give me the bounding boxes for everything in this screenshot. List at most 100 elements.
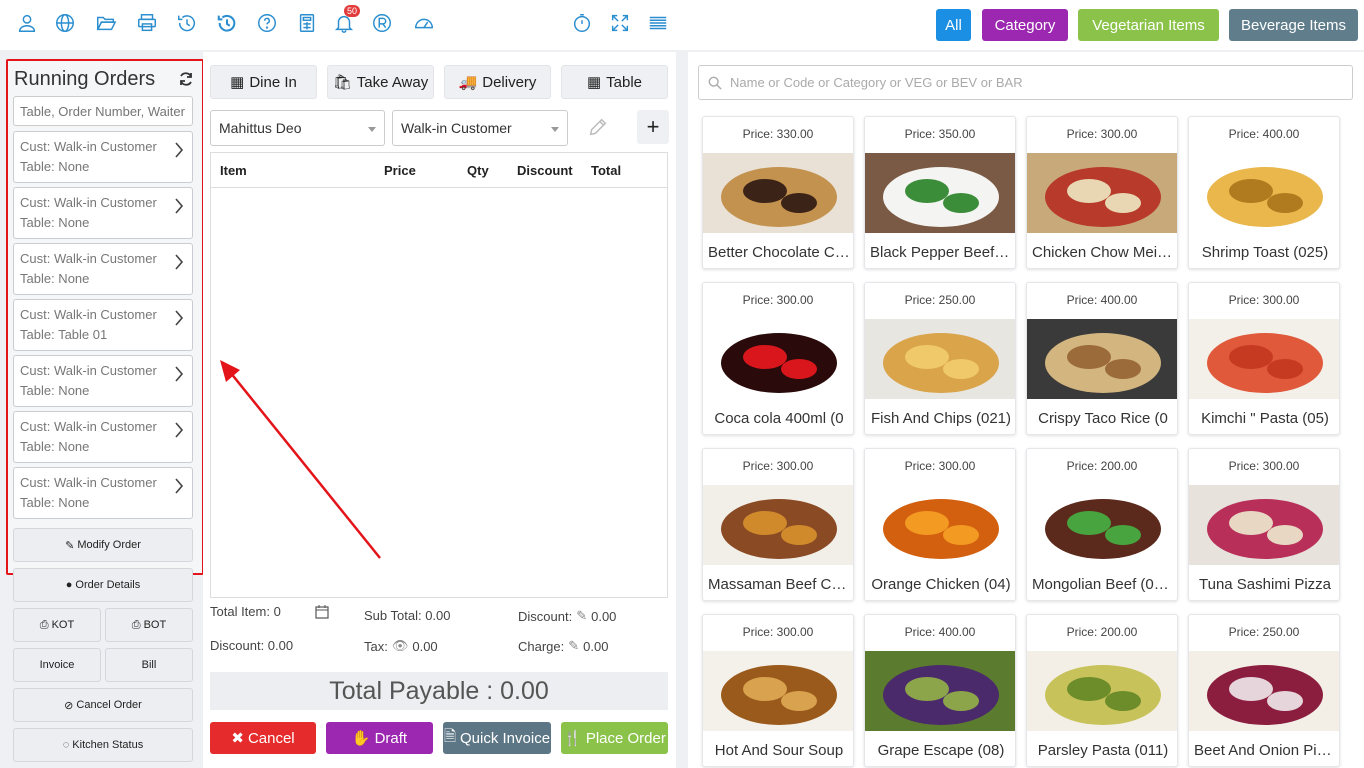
kitchen-status-button[interactable]: ◌ Kitchen Status: [13, 728, 193, 762]
menu-item-card[interactable]: Price: 250.00 Beet And Onion Pickle: [1188, 614, 1340, 767]
modify-order-button[interactable]: ✎ Modify Order: [13, 528, 193, 562]
menu-item-card[interactable]: Price: 300.00 Orange Chicken (04): [864, 448, 1016, 601]
fullscreen-icon[interactable]: [607, 10, 633, 36]
tab-dine-in[interactable]: ▦ Dine In: [210, 65, 317, 99]
globe-icon[interactable]: [52, 10, 78, 36]
menu-item-image: [865, 485, 1015, 565]
bell-icon[interactable]: 50: [331, 5, 361, 36]
calendar-icon[interactable]: [314, 604, 330, 620]
menu-item-card[interactable]: Price: 250.00 Fish And Chips (021): [864, 282, 1016, 435]
running-order-card[interactable]: Cust: Walk-in Customer Table: Table 01: [13, 299, 193, 351]
chevron-down-icon: [551, 127, 559, 132]
user-icon[interactable]: [14, 10, 40, 36]
running-order-card[interactable]: Cust: Walk-in Customer Table: None: [13, 355, 193, 407]
tab-table[interactable]: ▦ Table: [561, 65, 668, 99]
filter-all-button[interactable]: All: [936, 9, 971, 41]
draft-button[interactable]: ✋ Draft: [326, 722, 433, 754]
waiter-select[interactable]: Mahittus Deo: [210, 110, 385, 146]
menu-item-card[interactable]: Price: 200.00 Mongolian Beef (013): [1026, 448, 1178, 601]
menu-item-image: [1027, 319, 1177, 399]
cancel-button[interactable]: ✖ Cancel: [210, 722, 316, 754]
order-table: Table: None: [20, 495, 90, 510]
menu-item-image: [703, 319, 853, 399]
quick-invoice-button[interactable]: 🗎 Quick Invoice: [443, 722, 551, 754]
help-icon[interactable]: [254, 10, 280, 36]
menu-item-card[interactable]: Price: 350.00 Black Pepper Beef (01): [864, 116, 1016, 269]
dashboard-icon[interactable]: [411, 10, 437, 36]
stopwatch-icon[interactable]: [569, 10, 595, 36]
menu-item-price: Price: 300.00: [904, 459, 976, 473]
history-reverse-icon[interactable]: [214, 10, 240, 36]
menu-item-card[interactable]: Price: 200.00 Parsley Pasta (011): [1026, 614, 1178, 767]
menu-item-card[interactable]: Price: 400.00 Crispy Taco Rice (0: [1026, 282, 1178, 435]
cancel-order-button[interactable]: ⊘ Cancel Order: [13, 688, 193, 722]
edit-icon[interactable]: ✎: [568, 638, 579, 654]
running-orders-search-input[interactable]: [13, 96, 193, 126]
history-icon[interactable]: [174, 10, 200, 36]
eye-icon[interactable]: 👁: [392, 638, 409, 654]
running-order-card[interactable]: Cust: Walk-in Customer Table: None: [13, 243, 193, 295]
discount-summary: Discount: ✎ 0.00: [518, 608, 617, 624]
menu-item-price: Price: 400.00: [1066, 293, 1138, 307]
menu-item-price: Price: 300.00: [1228, 293, 1300, 307]
tab-delivery[interactable]: 🚚 Delivery: [444, 65, 551, 99]
menu-item-card[interactable]: Price: 300.00 Chicken Chow Mein (02): [1026, 116, 1178, 269]
table-icon: ▦: [586, 74, 602, 91]
menu-item-name: Grape Escape (08): [877, 742, 1005, 759]
cart-table: Item Price Qty Discount Total: [210, 152, 668, 598]
discount-total: Discount: 0.00: [210, 638, 294, 653]
tab-take-away[interactable]: 🛍 Take Away: [327, 65, 434, 99]
menu-item-card[interactable]: Price: 300.00 Massaman Beef Curry: [702, 448, 854, 601]
menu-item-name: Shrimp Toast (025): [1201, 244, 1329, 261]
tax-summary: Tax: 👁 0.00: [364, 638, 438, 654]
order-customer: Cust: Walk-in Customer: [20, 307, 157, 322]
order-customer: Cust: Walk-in Customer: [20, 195, 157, 210]
menu-search-input[interactable]: Name or Code or Category or VEG or BEV o…: [698, 65, 1353, 100]
bot-button[interactable]: ⎙ BOT: [105, 608, 193, 642]
refresh-icon[interactable]: [178, 71, 194, 87]
menu-item-card[interactable]: Price: 400.00 Shrimp Toast (025): [1188, 116, 1340, 269]
menu-item-price: Price: 400.00: [1228, 127, 1300, 141]
folder-open-icon[interactable]: [93, 10, 119, 36]
customer-select[interactable]: Walk-in Customer: [392, 110, 568, 146]
add-customer-button[interactable]: +: [637, 110, 669, 144]
menu-item-image: [865, 651, 1015, 731]
menu-item-card[interactable]: Price: 300.00 Tuna Sashimi Pizza: [1188, 448, 1340, 601]
edit-customer-icon[interactable]: [587, 116, 609, 138]
edit-icon[interactable]: ✎: [576, 608, 587, 624]
running-order-card[interactable]: Cust: Walk-in Customer Table: None: [13, 187, 193, 239]
col-discount: Discount: [517, 163, 573, 178]
charge-summary: Charge: ✎ 0.00: [518, 638, 609, 654]
menu-item-card[interactable]: Price: 300.00 Kimchi " Pasta (05): [1188, 282, 1340, 435]
menu-icon[interactable]: [645, 10, 671, 36]
menu-item-card[interactable]: Price: 300.00 Hot And Sour Soup: [702, 614, 854, 767]
chevron-right-icon: [175, 142, 184, 158]
menu-item-price: Price: 300.00: [1066, 127, 1138, 141]
bill-button[interactable]: Bill: [105, 648, 193, 682]
registered-icon[interactable]: [369, 10, 395, 36]
utensils-icon: 🍴: [563, 730, 582, 747]
filter-category-button[interactable]: Category: [982, 9, 1068, 41]
running-order-card[interactable]: Cust: Walk-in Customer Table: None: [13, 131, 193, 183]
menu-item-image: [1189, 651, 1339, 731]
menu-item-name: Better Chocolate Chip Cookies: [708, 244, 850, 261]
col-qty: Qty: [467, 163, 489, 178]
filter-beverage-button[interactable]: Beverage Items: [1229, 9, 1358, 41]
menu-item-price: Price: 250.00: [904, 293, 976, 307]
menu-item-card[interactable]: Price: 400.00 Grape Escape (08): [864, 614, 1016, 767]
menu-item-card[interactable]: Price: 300.00 Coca cola 400ml (0: [702, 282, 854, 435]
spinner-icon: ◌: [62, 739, 70, 751]
calculator-icon[interactable]: [294, 10, 320, 36]
printer-icon[interactable]: [134, 10, 160, 36]
running-order-card[interactable]: Cust: Walk-in Customer Table: None: [13, 467, 193, 519]
menu-item-name: Black Pepper Beef (01): [870, 244, 1012, 261]
total-item: Total Item: 0: [210, 604, 281, 619]
invoice-button[interactable]: Invoice: [13, 648, 101, 682]
chevron-down-icon: [368, 127, 376, 132]
running-order-card[interactable]: Cust: Walk-in Customer Table: None: [13, 411, 193, 463]
order-details-button[interactable]: ● Order Details: [13, 568, 193, 602]
place-order-button[interactable]: 🍴 Place Order: [561, 722, 668, 754]
filter-vegetarian-button[interactable]: Vegetarian Items: [1078, 9, 1219, 41]
menu-item-card[interactable]: Price: 330.00 Better Chocolate Chip Cooki…: [702, 116, 854, 269]
kot-button[interactable]: ⎙ KOT: [13, 608, 101, 642]
